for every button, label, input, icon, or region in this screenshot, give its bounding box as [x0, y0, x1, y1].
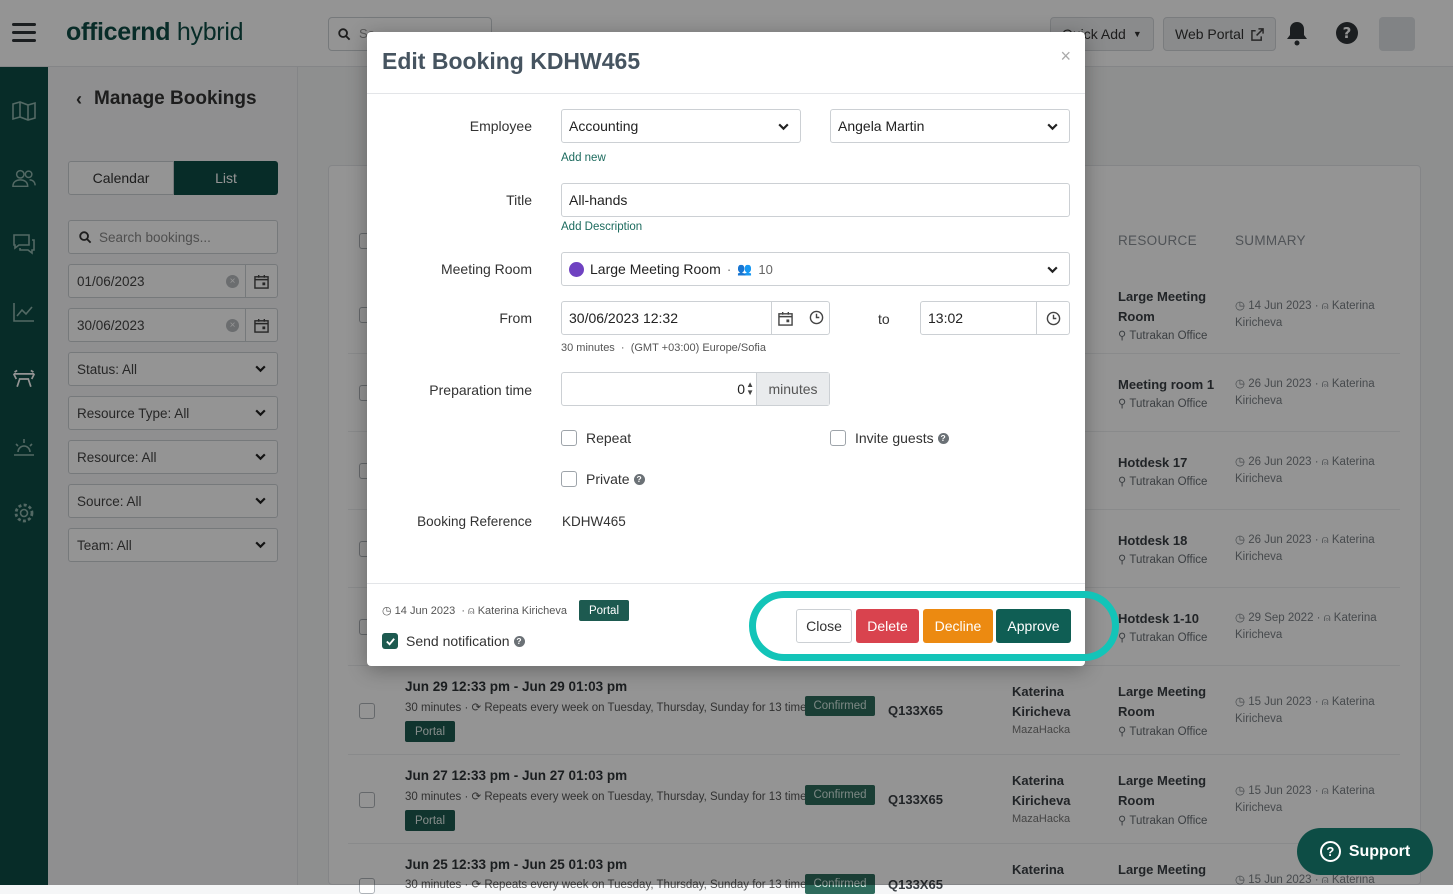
- preparation-time-label: Preparation time: [429, 382, 532, 398]
- help-icon[interactable]: ?: [513, 635, 525, 647]
- private-label: Private?: [586, 471, 645, 487]
- chevron-down-icon: [1047, 123, 1058, 131]
- invite-guests-label: Invite guests?: [855, 430, 949, 446]
- source-badge: Portal: [579, 600, 629, 621]
- to-time-input[interactable]: 13:02: [920, 301, 1070, 335]
- title-label: Title: [506, 192, 532, 208]
- private-checkbox[interactable]: [561, 471, 577, 487]
- divider: [367, 93, 1085, 94]
- close-icon[interactable]: ×: [1060, 46, 1071, 67]
- room-color-dot: [569, 261, 584, 277]
- chevron-down-icon: [778, 123, 789, 131]
- from-datetime-input[interactable]: 30/06/2023 12:32: [561, 301, 830, 335]
- booking-reference-label: Booking Reference: [417, 514, 532, 529]
- send-notification-checkbox[interactable]: [382, 633, 398, 649]
- clock-icon[interactable]: [809, 310, 824, 328]
- send-notification-label: Send notification?: [406, 633, 525, 649]
- add-description-link[interactable]: Add Description: [561, 221, 642, 233]
- spinner-icon[interactable]: ▲ ▼: [746, 381, 754, 397]
- meeting-room-label: Meeting Room: [440, 261, 532, 277]
- help-icon[interactable]: ?: [633, 473, 645, 485]
- booking-reference-value: KDHW465: [562, 514, 626, 529]
- minutes-addon: minutes: [756, 373, 829, 405]
- question-icon: ?: [1319, 841, 1341, 862]
- dialog-title: Edit Booking KDHW465: [382, 48, 641, 74]
- employee-select[interactable]: Angela Martin: [830, 109, 1070, 143]
- employee-label: Employee: [469, 118, 532, 134]
- repeat-checkbox[interactable]: [561, 430, 577, 446]
- check-icon: [385, 637, 395, 646]
- calendar-icon[interactable]: [771, 302, 799, 334]
- title-input[interactable]: All-hands: [561, 183, 1070, 217]
- chevron-down-icon: [1047, 266, 1058, 274]
- edit-booking-dialog: Edit Booking KDHW465 × Employee Accounti…: [367, 32, 1085, 666]
- repeat-label: Repeat: [586, 430, 632, 446]
- support-button[interactable]: ? Support: [1297, 828, 1433, 875]
- meeting-room-select[interactable]: Large Meeting Room · 👥 10: [561, 252, 1070, 286]
- preparation-time-input[interactable]: 0 ▲ ▼ minutes: [561, 372, 830, 406]
- divider: [367, 583, 1085, 584]
- from-label: From: [499, 310, 532, 326]
- people-icon: 👥: [737, 262, 753, 276]
- clock-icon[interactable]: [1036, 302, 1069, 334]
- add-new-link[interactable]: Add new: [561, 152, 606, 164]
- team-select[interactable]: Accounting: [561, 109, 801, 143]
- highlight-ring: [749, 591, 1119, 661]
- help-icon[interactable]: ?: [937, 432, 949, 444]
- duration-note: 30 minutes · (GMT +03:00) Europe/Sofia: [561, 342, 766, 354]
- invite-guests-checkbox[interactable]: [830, 430, 846, 446]
- to-label: to: [878, 311, 890, 327]
- created-info: ◷ 14 Jun 2023 · ⍝ Katerina Kiricheva: [382, 605, 567, 617]
